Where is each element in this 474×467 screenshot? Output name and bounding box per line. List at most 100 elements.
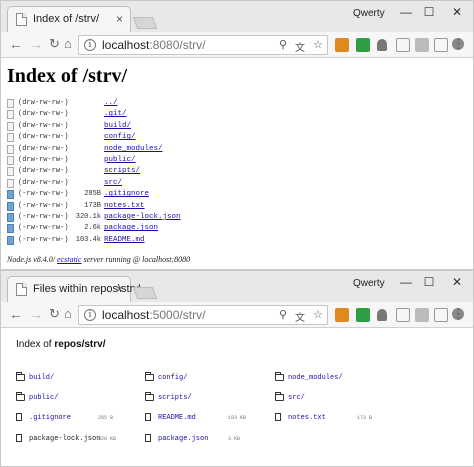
close-window-button[interactable]: ✕ <box>437 271 473 293</box>
notification-bell-icon[interactable] <box>377 39 387 51</box>
info-icon[interactable]: i <box>84 39 96 51</box>
forward-arrow-icon[interactable]: → <box>29 36 43 52</box>
page-title: Index of repos/strv/ <box>16 339 106 350</box>
file-link[interactable]: scripts/ <box>104 166 140 177</box>
file-link[interactable]: README.md <box>104 235 145 246</box>
menu-icon[interactable]: ⋮ <box>452 307 465 321</box>
item-name[interactable]: public/ <box>29 392 58 404</box>
pdf-extension-icon[interactable] <box>415 308 429 322</box>
info-icon[interactable]: i <box>84 309 96 321</box>
list-item: (-rw-rw-rw-) 2.6k package.json <box>7 223 467 234</box>
reload-icon[interactable]: ↻ <box>49 306 60 322</box>
item-name[interactable]: node_modules/ <box>288 372 343 384</box>
profile-name[interactable]: Qwerty <box>353 278 385 289</box>
translate-icon[interactable]: 文 <box>295 39 305 54</box>
file-link[interactable]: config/ <box>104 132 136 143</box>
folder-item[interactable]: build/ <box>16 372 141 384</box>
new-tab-button[interactable] <box>132 287 158 299</box>
folder-item[interactable]: public/ <box>16 392 141 404</box>
menu-icon[interactable]: ⋮ <box>452 37 465 51</box>
folder-icon <box>275 392 284 401</box>
reload-icon[interactable]: ↻ <box>49 36 60 52</box>
toolbar: ← → ↻ ⌂ i localhost:5000/strv/ ⚲ 文 ☆ ⋮ <box>1 302 473 328</box>
file-icon <box>145 413 151 421</box>
item-name[interactable]: scripts/ <box>158 392 192 404</box>
folder-item[interactable]: src/ <box>275 392 400 404</box>
file-link[interactable]: src/ <box>104 178 122 189</box>
new-tab-button[interactable] <box>132 17 158 29</box>
tab-close-icon[interactable]: × <box>116 282 123 296</box>
zoom-icon[interactable]: ⚲ <box>279 308 287 321</box>
zoom-icon[interactable]: ⚲ <box>279 38 287 51</box>
close-window-button[interactable]: ✕ <box>437 1 473 23</box>
permissions-text: (drw-rw-rw-) <box>18 110 69 119</box>
extension-green-icon[interactable] <box>356 308 370 322</box>
item-name[interactable]: package-lock.json <box>29 433 100 445</box>
folder-item[interactable]: scripts/ <box>145 392 270 404</box>
folder-icon <box>7 121 14 131</box>
folder-icon <box>16 392 25 401</box>
extension-green-icon[interactable] <box>356 38 370 52</box>
title-bar: Index of /strv/ × Qwerty — ☐ ✕ <box>1 1 473 32</box>
sidebar-extension-icon[interactable] <box>434 38 448 52</box>
list-item: (-rw-rw-rw-) 173B notes.txt <box>7 201 467 212</box>
file-item[interactable]: README.md 103 KB <box>145 412 270 424</box>
list-item: (drw-rw-rw-) config/ <box>7 132 467 143</box>
item-name[interactable]: build/ <box>29 372 54 384</box>
file-item[interactable]: notes.txt 173 B <box>275 412 400 424</box>
home-icon[interactable]: ⌂ <box>64 306 72 322</box>
pdf-extension-icon[interactable] <box>415 38 429 52</box>
item-name[interactable]: package.json <box>158 433 208 445</box>
extension-orange-icon[interactable] <box>335 38 349 52</box>
folder-item[interactable]: node_modules/ <box>275 372 400 384</box>
forward-arrow-icon[interactable]: → <box>29 306 43 322</box>
item-name[interactable]: config/ <box>158 372 187 384</box>
file-size: 103.4k <box>75 235 101 244</box>
screenshot-extension-icon[interactable] <box>396 308 410 322</box>
item-name[interactable]: .gitignore <box>29 412 71 424</box>
back-arrow-icon[interactable]: ← <box>9 36 23 52</box>
list-item: (drw-rw-rw-) public/ <box>7 155 467 166</box>
file-link[interactable]: ../ <box>104 98 118 109</box>
screenshot-extension-icon[interactable] <box>396 38 410 52</box>
file-link[interactable]: public/ <box>104 155 136 166</box>
list-item: (drw-rw-rw-) node_modules/ <box>7 144 467 155</box>
file-link[interactable]: package-lock.json <box>104 212 181 223</box>
notification-bell-icon[interactable] <box>377 309 387 321</box>
url-text[interactable]: localhost:5000/strv/ <box>102 308 205 322</box>
item-name[interactable]: README.md <box>158 412 196 424</box>
url-text[interactable]: localhost:8080/strv/ <box>102 38 205 52</box>
back-arrow-icon[interactable]: ← <box>9 306 23 322</box>
bookmark-star-icon[interactable]: ☆ <box>313 38 323 51</box>
file-item[interactable]: .gitignore 285 B <box>16 412 141 424</box>
permissions-text: (drw-rw-rw-) <box>18 99 69 107</box>
bookmark-star-icon[interactable]: ☆ <box>313 308 323 321</box>
file-item[interactable]: package.json 3 KB <box>145 433 270 445</box>
permissions-text: (-rw-rw-rw-) <box>18 213 69 221</box>
tab-close-icon[interactable]: × <box>116 12 123 26</box>
extension-orange-icon[interactable] <box>335 308 349 322</box>
item-name[interactable]: notes.txt <box>288 412 326 424</box>
file-link[interactable]: package.json <box>104 223 158 234</box>
tab-index-of-strv[interactable]: Index of /strv/ × <box>7 6 131 32</box>
translate-icon[interactable]: 文 <box>295 309 305 324</box>
ecstatic-link[interactable]: ecstatic <box>57 255 81 264</box>
folder-item[interactable]: config/ <box>145 372 270 384</box>
address-bar[interactable]: i localhost:5000/strv/ ⚲ 文 ☆ <box>78 305 328 325</box>
profile-name[interactable]: Qwerty <box>353 8 385 19</box>
sidebar-extension-icon[interactable] <box>434 308 448 322</box>
file-link[interactable]: notes.txt <box>104 201 145 212</box>
file-item[interactable]: package-lock.json 320 KB <box>16 433 141 445</box>
home-icon[interactable]: ⌂ <box>64 36 72 52</box>
file-link[interactable]: node_modules/ <box>104 144 163 155</box>
tab-files-within-repos[interactable]: Files within repos\strv\ × <box>7 276 142 302</box>
list-item: (drw-rw-rw-) build/ <box>7 121 467 132</box>
list-item: (drw-rw-rw-) ../ <box>7 98 467 109</box>
file-link[interactable]: .git/ <box>104 109 127 120</box>
address-bar[interactable]: i localhost:8080/strv/ ⚲ 文 ☆ <box>78 35 328 55</box>
file-link[interactable]: build/ <box>104 121 131 132</box>
file-link[interactable]: .gitignore <box>104 189 149 200</box>
folder-icon <box>7 167 14 177</box>
folder-icon <box>7 133 14 143</box>
item-name[interactable]: src/ <box>288 392 305 404</box>
